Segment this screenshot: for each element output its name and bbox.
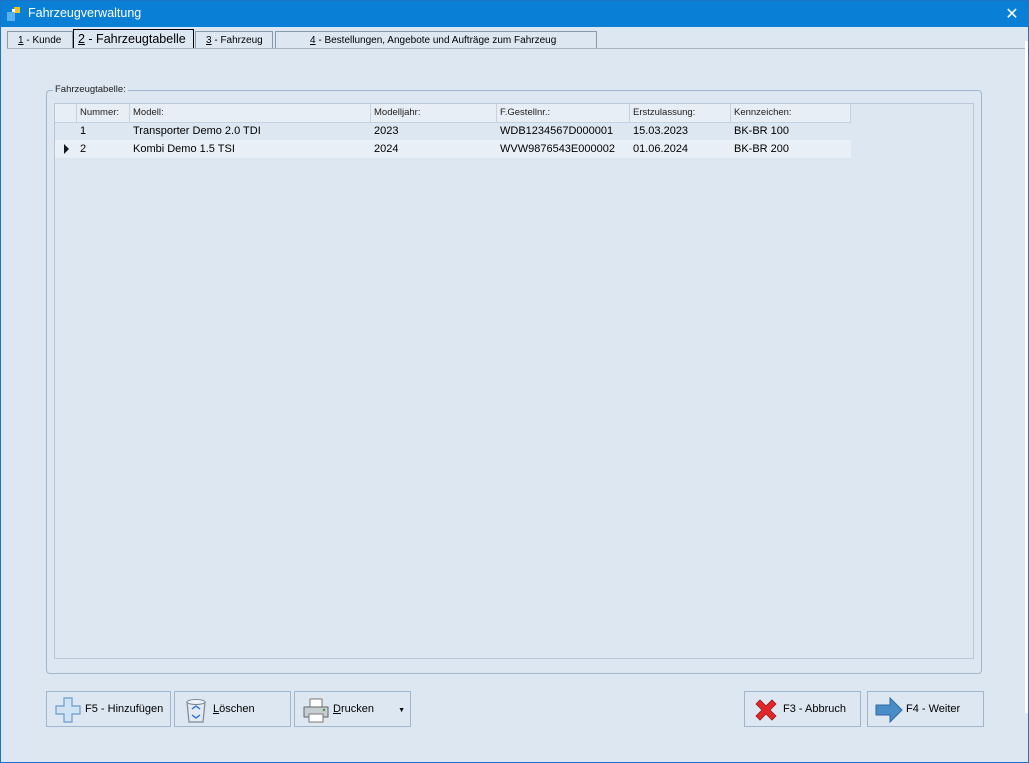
next-button-prefix: F4 - <box>906 703 929 715</box>
add-button[interactable]: F5 - Hinzufügen <box>46 691 171 727</box>
cell-modelljahr: 2023 <box>374 125 399 137</box>
cell-modell: Transporter Demo 2.0 TDI <box>133 125 261 137</box>
tab-fahrzeugtabelle-label: - Fahrzeugtabelle <box>84 32 186 46</box>
close-button[interactable]: ✕ <box>1002 4 1022 24</box>
cancel-button-text: Abbruch <box>805 703 846 715</box>
cell-modell: Kombi Demo 1.5 TSI <box>133 143 235 155</box>
header-modelljahr[interactable]: Modelljahr: <box>371 104 497 122</box>
tab-bestellungen-label: - Bestellungen, Angebote und Aufträge zu… <box>315 35 557 46</box>
table-row[interactable]: 2 Kombi Demo 1.5 TSI 2024 WVW9876543E000… <box>55 140 851 158</box>
dropdown-arrow-icon[interactable]: ▼ <box>398 707 405 714</box>
cell-kennzeichen: BK-BR 200 <box>734 143 790 155</box>
row-indicator <box>55 140 77 158</box>
group-label: Fahrzeugtabelle: <box>53 84 128 95</box>
red-x-icon <box>755 699 777 721</box>
fahrzeugverwaltung-window: Fahrzeugverwaltung ✕ 1 - Kunde 2 - Fahrz… <box>0 0 1029 763</box>
header-nummer[interactable]: Nummer: <box>77 104 130 122</box>
next-button-text: Weiter <box>928 703 961 715</box>
cell-modelljahr: 2024 <box>374 143 399 155</box>
cancel-button-prefix: F3 - <box>783 703 806 715</box>
tab-fahrzeug-label: - Fahrzeug <box>211 35 263 46</box>
cancel-button-label: F3 - Abbruch <box>783 703 846 715</box>
cell-kennzeichen: BK-BR 100 <box>734 125 790 137</box>
tab-strip: 1 - Kunde 2 - Fahrzeugtabelle 3 - Fahrze… <box>7 29 1027 49</box>
recycle-bin-icon <box>186 699 206 723</box>
app-icon <box>7 7 20 21</box>
cell-erstzulassung: 01.06.2024 <box>633 143 689 155</box>
add-button-text: Hinzufügen <box>107 703 164 715</box>
print-button-label: Drucken <box>333 703 374 715</box>
header-erstzulassung[interactable]: Erstzulassung: <box>630 104 731 122</box>
cell-fgestellnr: WDB1234567D000001 <box>500 125 614 137</box>
plus-icon <box>55 697 81 723</box>
cell-nummer: 2 <box>80 143 87 155</box>
header-modell[interactable]: Modell: <box>130 104 371 122</box>
tab-kunde-label: - Kunde <box>23 35 62 46</box>
header-fgestellnr[interactable]: F.Gestellnr.: <box>497 104 630 122</box>
close-icon: ✕ <box>1005 4 1019 23</box>
header-indicator <box>55 104 77 122</box>
tab-kunde[interactable]: 1 - Kunde <box>7 31 73 48</box>
table-header: Nummer: Modell: Modelljahr: F.Gestellnr.… <box>55 104 851 123</box>
add-button-prefix: F5 - <box>85 703 108 715</box>
header-kennzeichen[interactable]: Kennzeichen: <box>731 104 851 122</box>
arrow-right-icon <box>875 696 903 724</box>
next-button[interactable]: F4 - Weiter <box>867 691 984 727</box>
window-title: Fahrzeugverwaltung <box>28 6 142 20</box>
side-border <box>1025 41 1028 713</box>
next-button-label: F4 - Weiter <box>906 703 960 715</box>
cancel-button[interactable]: F3 - Abbruch <box>744 691 861 727</box>
tab-bestellungen[interactable]: 4 - Bestellungen, Angebote und Aufträge … <box>275 31 597 48</box>
print-button[interactable]: Drucken ▼ <box>294 691 411 727</box>
printer-icon <box>303 698 329 723</box>
delete-button[interactable]: Löschen <box>174 691 291 727</box>
delete-button-label: Löschen <box>213 703 255 715</box>
title-bar: Fahrzeugverwaltung ✕ <box>1 1 1028 27</box>
cell-nummer: 1 <box>80 125 87 137</box>
current-row-arrow-icon <box>64 144 69 154</box>
tab-fahrzeugtabelle[interactable]: 2 - Fahrzeugtabelle <box>73 29 194 49</box>
table-row[interactable]: 1 Transporter Demo 2.0 TDI 2023 WDB12345… <box>55 122 851 140</box>
tab-fahrzeug[interactable]: 3 - Fahrzeug <box>195 31 273 48</box>
add-button-label: F5 - Hinzufügen <box>85 703 163 715</box>
tab-fahrzeugtabelle-key: 2 <box>78 32 85 46</box>
tab-separator <box>7 48 1027 49</box>
cell-fgestellnr: WVW9876543E000002 <box>500 143 615 155</box>
row-indicator <box>55 122 77 140</box>
cell-erstzulassung: 15.03.2023 <box>633 125 689 137</box>
vehicle-table[interactable]: Nummer: Modell: Modelljahr: F.Gestellnr.… <box>54 103 974 659</box>
